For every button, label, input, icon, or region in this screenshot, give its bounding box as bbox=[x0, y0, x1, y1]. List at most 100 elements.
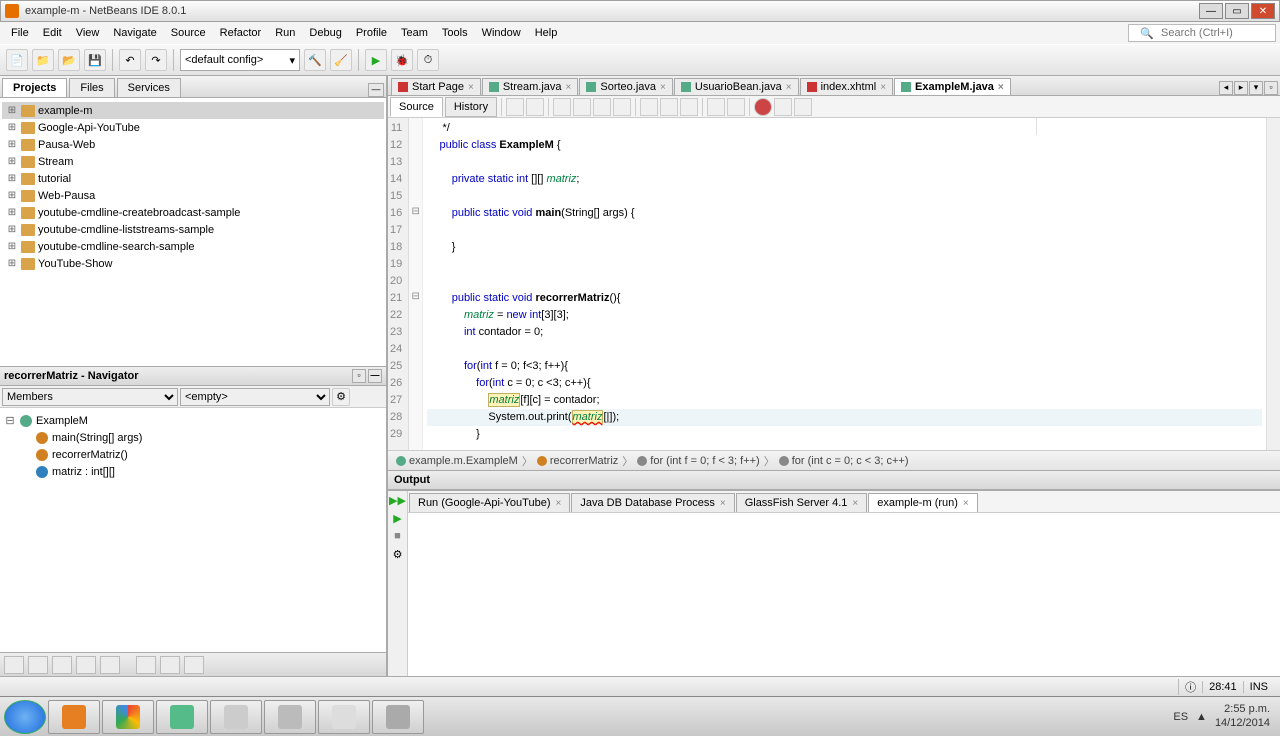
filter-button[interactable]: ⚙ bbox=[332, 388, 350, 406]
tab-scroll-right[interactable]: ▸ bbox=[1234, 81, 1248, 95]
members-select[interactable]: Members bbox=[2, 388, 178, 406]
menu-run[interactable]: Run bbox=[268, 27, 302, 39]
menu-debug[interactable]: Debug bbox=[302, 27, 348, 39]
line-gutter[interactable]: 11121314151617181920212223242526272829 bbox=[388, 118, 409, 450]
nav-sort-1[interactable] bbox=[136, 656, 156, 674]
project-item[interactable]: ⊞tutorial bbox=[2, 170, 384, 187]
find-prev-button[interactable] bbox=[573, 98, 591, 116]
navigator-tree[interactable]: ⊟ExampleMmain(String[] args)recorrerMatr… bbox=[0, 408, 386, 652]
tab-scroll-left[interactable]: ◂ bbox=[1219, 81, 1233, 95]
project-item[interactable]: ⊞Google-Api-YouTube bbox=[2, 119, 384, 136]
editor-tab[interactable]: index.xhtml× bbox=[800, 78, 893, 95]
clean-build-button[interactable]: 🧹 bbox=[330, 49, 352, 71]
notification-icon[interactable]: ⓘ bbox=[1178, 679, 1202, 695]
open-project-button[interactable]: 📂 bbox=[58, 49, 80, 71]
menu-edit[interactable]: Edit bbox=[36, 27, 69, 39]
breadcrumb-item[interactable]: for (int c = 0; c < 3; c++) bbox=[775, 455, 913, 467]
project-item[interactable]: ⊞youtube-cmdline-liststreams-sample bbox=[2, 221, 384, 238]
taskbar-firefox[interactable] bbox=[48, 700, 100, 734]
nav-back-button[interactable] bbox=[506, 98, 524, 116]
editor-tab[interactable]: Start Page× bbox=[391, 78, 481, 95]
rerun-button[interactable]: ▶▶ bbox=[391, 493, 405, 507]
nav-member[interactable]: recorrerMatriz() bbox=[4, 446, 382, 463]
nav-sort-3[interactable] bbox=[184, 656, 204, 674]
nav-filter-1[interactable] bbox=[4, 656, 24, 674]
editor-tab[interactable]: Sorteo.java× bbox=[579, 78, 673, 95]
editor-tab[interactable]: UsuarioBean.java× bbox=[674, 78, 799, 95]
taskbar-chrome[interactable] bbox=[102, 700, 154, 734]
rerun-alt-button[interactable]: ▶ bbox=[391, 511, 405, 525]
nav-filter-4[interactable] bbox=[76, 656, 96, 674]
taskbar-netbeans[interactable] bbox=[156, 700, 208, 734]
nav-class[interactable]: ⊟ExampleM bbox=[4, 412, 382, 429]
menu-profile[interactable]: Profile bbox=[349, 27, 394, 39]
project-item[interactable]: ⊞youtube-cmdline-search-sample bbox=[2, 238, 384, 255]
output-tab[interactable]: example-m (run)× bbox=[868, 493, 978, 512]
menu-file[interactable]: File bbox=[4, 27, 36, 39]
config-select[interactable]: <default config>▾ bbox=[180, 49, 300, 71]
code-editor[interactable]: 11121314151617181920212223242526272829 ⊟… bbox=[388, 118, 1280, 450]
maximize-button[interactable]: ▭ bbox=[1225, 3, 1249, 19]
redo-button[interactable]: ↷ bbox=[145, 49, 167, 71]
output-settings-button[interactable]: ⚙ bbox=[391, 547, 405, 561]
nav-sort-2[interactable] bbox=[160, 656, 180, 674]
stop-button[interactable]: ■ bbox=[391, 529, 405, 543]
menu-source[interactable]: Source bbox=[164, 27, 213, 39]
undo-button[interactable]: ↶ bbox=[119, 49, 141, 71]
new-file-button[interactable]: 📄 bbox=[6, 49, 28, 71]
uncomment-button[interactable] bbox=[794, 98, 812, 116]
history-tab[interactable]: History bbox=[445, 97, 497, 117]
project-item[interactable]: ⊞Stream bbox=[2, 153, 384, 170]
find-selection-button[interactable] bbox=[553, 98, 571, 116]
breadcrumb-item[interactable]: recorrerMatriz bbox=[533, 455, 622, 467]
search-input[interactable] bbox=[1161, 27, 1271, 39]
find-next-button[interactable] bbox=[593, 98, 611, 116]
nav-member[interactable]: main(String[] args) bbox=[4, 429, 382, 446]
nav-member[interactable]: matriz : int[][] bbox=[4, 463, 382, 480]
tray-icon[interactable]: ▲ bbox=[1196, 711, 1207, 723]
comment-button[interactable] bbox=[774, 98, 792, 116]
output-tab[interactable]: GlassFish Server 4.1× bbox=[736, 493, 868, 512]
project-item[interactable]: ⊞Pausa-Web bbox=[2, 136, 384, 153]
project-item[interactable]: ⊞Web-Pausa bbox=[2, 187, 384, 204]
breadcrumb[interactable]: example.m.ExampleM〉recorrerMatriz〉for (i… bbox=[388, 450, 1280, 470]
nav-filter-2[interactable] bbox=[28, 656, 48, 674]
run-project-button[interactable]: ▶ bbox=[365, 49, 387, 71]
editor-tab[interactable]: ExampleM.java× bbox=[894, 78, 1011, 95]
tab-files[interactable]: Files bbox=[69, 78, 114, 97]
project-item[interactable]: ⊞YouTube-Show bbox=[2, 255, 384, 272]
taskbar-app-4[interactable] bbox=[372, 700, 424, 734]
output-body[interactable] bbox=[408, 513, 1280, 676]
breadcrumb-item[interactable]: for (int f = 0; f < 3; f++) bbox=[633, 455, 763, 467]
editor-tab[interactable]: Stream.java× bbox=[482, 78, 579, 95]
panel-minimize-button[interactable]: — bbox=[368, 83, 384, 97]
projects-tree[interactable]: ⊞example-m⊞Google-Api-YouTube⊞Pausa-Web⊞… bbox=[0, 98, 386, 366]
prev-bookmark-button[interactable] bbox=[640, 98, 658, 116]
menu-navigate[interactable]: Navigate bbox=[106, 27, 163, 39]
next-bookmark-button[interactable] bbox=[660, 98, 678, 116]
output-tab[interactable]: Run (Google-Api-YouTube)× bbox=[409, 493, 570, 512]
lang-indicator[interactable]: ES bbox=[1173, 711, 1188, 723]
breadcrumb-item[interactable]: example.m.ExampleM bbox=[392, 455, 522, 467]
quicksearch[interactable]: 🔍 bbox=[1128, 24, 1276, 42]
menu-team[interactable]: Team bbox=[394, 27, 435, 39]
shift-right-button[interactable] bbox=[727, 98, 745, 116]
project-item[interactable]: ⊞example-m bbox=[2, 102, 384, 119]
close-button[interactable]: ✕ bbox=[1251, 3, 1275, 19]
taskbar-app-3[interactable] bbox=[318, 700, 370, 734]
toggle-bookmark-button[interactable] bbox=[680, 98, 698, 116]
shift-left-button[interactable] bbox=[707, 98, 725, 116]
save-all-button[interactable]: 💾 bbox=[84, 49, 106, 71]
build-button[interactable]: 🔨 bbox=[304, 49, 326, 71]
new-project-button[interactable]: 📁 bbox=[32, 49, 54, 71]
macro-record-button[interactable] bbox=[754, 98, 772, 116]
toggle-highlight-button[interactable] bbox=[613, 98, 631, 116]
navigator-minimize-button[interactable]: — bbox=[368, 369, 382, 383]
menu-help[interactable]: Help bbox=[528, 27, 565, 39]
project-item[interactable]: ⊞youtube-cmdline-createbroadcast-sample bbox=[2, 204, 384, 221]
source-tab[interactable]: Source bbox=[390, 97, 443, 117]
system-tray[interactable]: ES ▲ 2:55 p.m. 14/12/2014 bbox=[1173, 703, 1276, 729]
menu-tools[interactable]: Tools bbox=[435, 27, 475, 39]
nav-filter-5[interactable] bbox=[100, 656, 120, 674]
maximize-editor-button[interactable]: ▫ bbox=[1264, 81, 1278, 95]
